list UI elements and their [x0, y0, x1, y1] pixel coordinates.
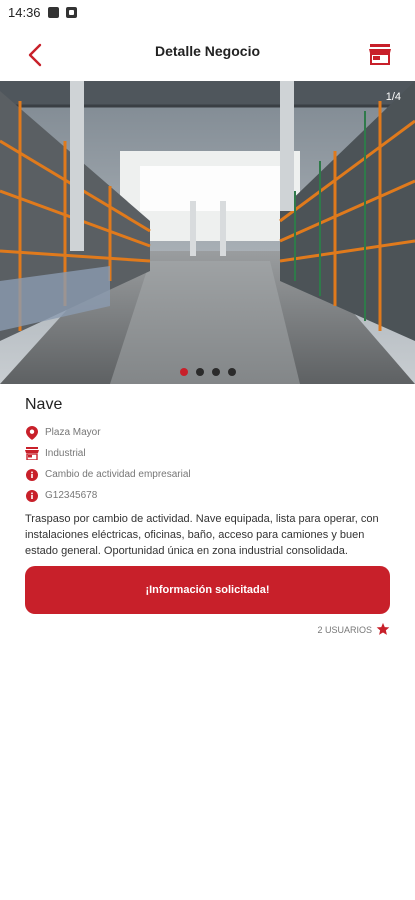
image-notification-icon	[47, 7, 59, 18]
location-text: Plaza Mayor	[45, 427, 101, 438]
business-name: Nave	[25, 396, 63, 413]
request-info-button[interactable]: ¡Información solicitada!	[25, 566, 390, 614]
image-counter: 1/4	[385, 91, 401, 103]
sector-row: Industrial	[25, 443, 390, 464]
carousel-dot-3[interactable]	[211, 368, 220, 376]
business-image-carousel[interactable]: 1/4	[0, 81, 415, 384]
business-store-button[interactable]	[367, 41, 393, 67]
business-details: Nave Plaza Mayor Industrial Cambio de ac…	[25, 396, 390, 638]
info-circle-icon	[25, 468, 39, 482]
app-notification-icon	[65, 7, 77, 18]
carousel-dot-4[interactable]	[227, 368, 236, 376]
carousel-dots	[0, 368, 415, 376]
location-pin-icon	[25, 425, 39, 440]
warehouse-photo	[0, 81, 415, 384]
status-time: 14:36	[8, 5, 41, 20]
reason-text: Cambio de actividad empresarial	[45, 469, 191, 480]
reference-text: G12345678	[45, 490, 98, 501]
sector-text: Industrial	[45, 448, 86, 459]
store-icon	[369, 44, 391, 65]
reference-row: G12345678	[25, 485, 390, 506]
page-title: Detalle Negocio	[154, 43, 261, 59]
business-description: Traspaso por cambio de actividad. Nave e…	[25, 513, 379, 557]
status-bar: 14:36	[0, 0, 415, 25]
reason-row: Cambio de actividad empresarial	[25, 464, 390, 485]
star-icon[interactable]	[376, 622, 390, 638]
carousel-dot-2[interactable]	[195, 368, 204, 376]
info-circle-icon	[25, 489, 39, 503]
store-icon	[25, 447, 39, 461]
app-header: Detalle Negocio	[0, 25, 415, 81]
location-row: Plaza Mayor	[25, 422, 390, 443]
interested-users: 2 USUARIOS	[25, 622, 390, 638]
carousel-dot-1[interactable]	[179, 368, 188, 376]
users-count-label: 2 USUARIOS	[317, 625, 372, 635]
